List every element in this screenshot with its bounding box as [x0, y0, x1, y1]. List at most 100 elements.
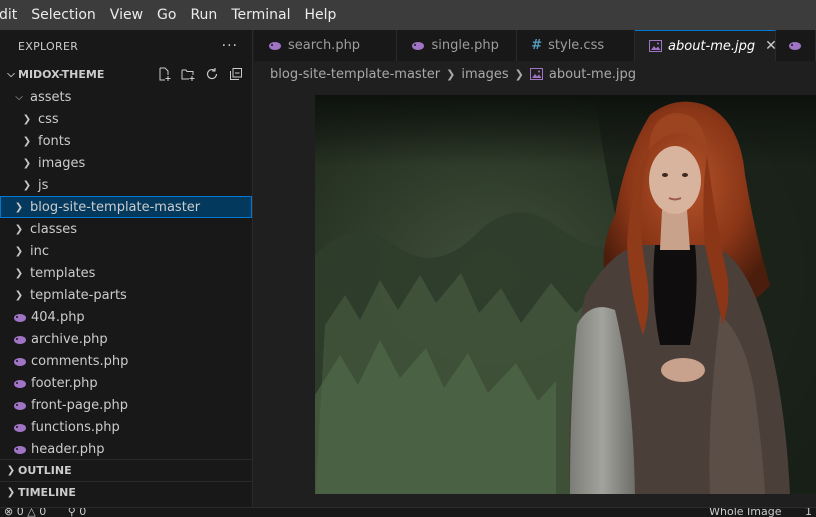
chevron-right-icon: ❯: [22, 179, 32, 191]
tree-item-label: classes: [30, 221, 78, 237]
status-extra: 1: [805, 507, 812, 517]
chevron-right-icon: ❯: [446, 67, 456, 81]
tree-folder-item[interactable]: ⌵ assets: [0, 86, 252, 108]
menu-selection[interactable]: Selection: [24, 0, 103, 30]
menu-run[interactable]: Run: [183, 0, 224, 30]
status-bar: ⊗ 0 △ 0 ⚲ 0 Whole Image 1: [0, 507, 816, 517]
timeline-section[interactable]: ❯ TIMELINE: [0, 481, 253, 503]
tab-about-me-jpg[interactable]: about-me.jpg ✕: [635, 30, 777, 61]
tree-folder-item[interactable]: ❯ images: [0, 152, 252, 174]
chevron-right-icon: ❯: [6, 487, 16, 498]
chevron-right-icon: ❯: [22, 113, 32, 125]
breadcrumb-item[interactable]: blog-site-template-master: [270, 67, 440, 82]
project-section-header[interactable]: ⌵ MIDOX-THEME: [0, 62, 252, 86]
ports-icon: ⚲: [67, 507, 76, 517]
tree-folder-item[interactable]: ❯ templates: [0, 262, 252, 284]
chevron-right-icon: ❯: [22, 135, 32, 147]
status-left[interactable]: ⊗ 0 △ 0 ⚲ 0: [4, 507, 87, 517]
tree-item-label: templates: [30, 265, 96, 281]
new-folder-icon[interactable]: [180, 66, 196, 82]
php-file-icon: [13, 400, 27, 410]
chevron-right-icon: ❯: [14, 289, 24, 301]
php-file-icon: [788, 41, 802, 51]
tree-file-item[interactable]: front-page.php: [0, 394, 252, 416]
tree-item-label: css: [38, 111, 59, 127]
image-preview-editor: [254, 86, 816, 507]
php-file-icon: [13, 444, 27, 454]
php-file-icon: [13, 312, 27, 322]
menu-bar: dit Selection View Go Run Terminal Help: [0, 0, 816, 30]
about-me-photo: [315, 95, 816, 494]
tab-single-php[interactable]: single.php: [397, 30, 518, 61]
tree-file-item[interactable]: header.php: [0, 438, 252, 460]
explorer-sidebar: EXPLORER ··· ⌵ MIDOX-THEME ⌵ assets ❯ css ❯ f…: [0, 30, 253, 507]
tree-item-label: blog-site-template-master: [30, 199, 201, 215]
image-file-icon: [529, 68, 543, 80]
tab-overflow[interactable]: [776, 30, 816, 61]
menu-help[interactable]: Help: [297, 0, 343, 30]
breadcrumb-item[interactable]: about-me.jpg: [549, 67, 636, 82]
menu-edit[interactable]: dit: [0, 0, 24, 30]
tree-file-item[interactable]: archive.php: [0, 328, 252, 350]
tree-folder-item[interactable]: ❯ tepmlate-parts: [0, 284, 252, 306]
ports-count: 0: [79, 507, 87, 517]
refresh-icon[interactable]: [204, 66, 220, 82]
explorer-header: EXPLORER ···: [0, 30, 252, 62]
php-file-icon: [13, 378, 27, 388]
chevron-right-icon: ❯: [6, 465, 16, 476]
more-actions-icon[interactable]: ···: [222, 38, 238, 54]
php-file-icon: [411, 41, 425, 51]
explorer-title: EXPLORER: [18, 39, 79, 53]
tree-item-label: 404.php: [31, 309, 85, 325]
collapse-all-icon[interactable]: [228, 66, 244, 82]
tree-folder-item[interactable]: ❯ blog-site-template-master: [0, 196, 252, 218]
chevron-right-icon: ❯: [514, 67, 524, 81]
timeline-title: TIMELINE: [18, 486, 76, 499]
breadcrumb: blog-site-template-master ❯ images ❯ abo…: [254, 62, 816, 86]
tree-item-label: header.php: [31, 441, 105, 457]
file-tree: ⌵ assets ❯ css ❯ fonts ❯ images ❯ js ❯ blog-site-te…: [0, 86, 252, 460]
tree-item-label: images: [38, 155, 86, 171]
tree-file-item[interactable]: footer.php: [0, 372, 252, 394]
tree-item-label: inc: [30, 243, 49, 259]
tab-style-css[interactable]: # style.css: [517, 30, 636, 61]
tab-label: about-me.jpg: [668, 38, 756, 54]
outline-section[interactable]: ❯ OUTLINE: [0, 459, 253, 481]
php-file-icon: [13, 356, 27, 366]
chevron-right-icon: ❯: [22, 157, 32, 169]
tree-file-item[interactable]: functions.php: [0, 416, 252, 438]
menu-view[interactable]: View: [103, 0, 150, 30]
tree-file-item[interactable]: comments.php: [0, 350, 252, 372]
tab-search-php[interactable]: search.php: [254, 30, 398, 61]
tree-item-label: archive.php: [31, 331, 108, 347]
warning-count: 0: [39, 507, 47, 517]
tab-label: style.css: [548, 38, 605, 53]
tree-item-label: js: [38, 177, 49, 193]
tree-item-label: front-page.php: [31, 397, 128, 413]
tree-file-item[interactable]: 404.php: [0, 306, 252, 328]
css-hash-icon: #: [531, 38, 543, 53]
tree-folder-item[interactable]: ❯ classes: [0, 218, 252, 240]
menu-go[interactable]: Go: [150, 0, 183, 30]
tree-item-label: tepmlate-parts: [30, 287, 127, 303]
php-file-icon: [13, 334, 27, 344]
chevron-right-icon: ❯: [14, 201, 24, 213]
image-zoom[interactable]: Whole Image: [709, 508, 781, 517]
chevron-right-icon: ❯: [14, 245, 24, 257]
tree-folder-item[interactable]: ❯ fonts: [0, 130, 252, 152]
warning-icon: △: [27, 507, 36, 517]
tree-item-label: footer.php: [31, 375, 98, 391]
error-count: 0: [16, 507, 24, 517]
tree-folder-item[interactable]: ❯ css: [0, 108, 252, 130]
new-file-icon[interactable]: [156, 66, 172, 82]
tree-item-label: fonts: [38, 133, 71, 149]
status-right: Whole Image 1: [709, 507, 812, 517]
tab-label: search.php: [288, 38, 361, 53]
php-file-icon: [13, 422, 27, 432]
menu-terminal[interactable]: Terminal: [224, 0, 297, 30]
tree-item-label: comments.php: [31, 353, 129, 369]
breadcrumb-item[interactable]: images: [461, 67, 508, 82]
chevron-right-icon: ❯: [14, 223, 24, 235]
tree-folder-item[interactable]: ❯ inc: [0, 240, 252, 262]
tree-folder-item[interactable]: ❯ js: [0, 174, 252, 196]
